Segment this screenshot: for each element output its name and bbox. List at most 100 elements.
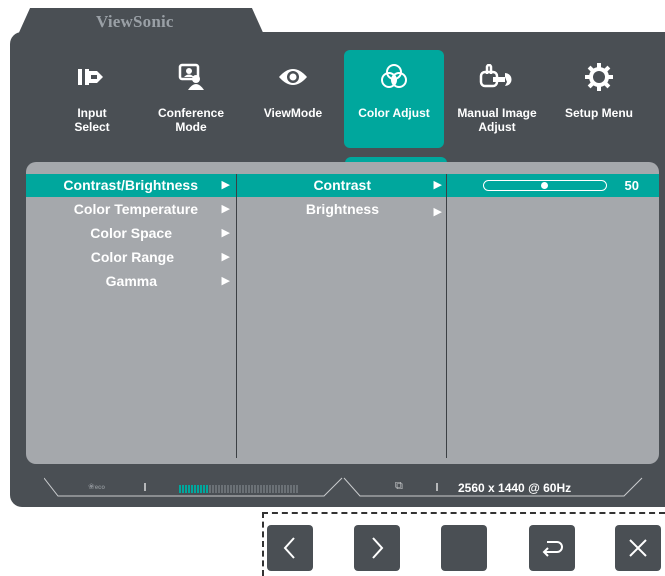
arrow-right-icon: ▶ (221, 179, 230, 191)
energy-bar-segment (287, 485, 289, 493)
wrench-hand-icon (447, 62, 547, 92)
energy-bar-segment (272, 485, 274, 493)
menu-label: Setup Menu (565, 106, 633, 120)
left-button[interactable] (267, 525, 313, 571)
submenu-item-color-temperature[interactable]: Color Temperature ▶ (26, 198, 236, 221)
energy-bar-segment (221, 485, 223, 493)
energy-bar-segment (224, 485, 226, 493)
menu-color-adjust[interactable]: Color Adjust (344, 50, 444, 148)
close-icon (629, 539, 647, 557)
input-select-icon (42, 62, 142, 92)
menu-label: Conference (157, 106, 225, 120)
resolution-text: 2560 x 1440 @ 60Hz (458, 481, 572, 495)
submenu-label: Brightness (305, 201, 379, 217)
arrow-right-icon: ▶ (433, 179, 442, 191)
energy-bar-segment (248, 485, 250, 493)
submenu-item-color-range[interactable]: Color Range ▶ (26, 246, 236, 269)
menu-manual-image-adjust[interactable]: Manual Image Adjust (447, 50, 547, 148)
energy-bar-segment (278, 485, 280, 493)
submenu-item-color-space[interactable]: Color Space ▶ (26, 222, 236, 245)
energy-bar-segment (182, 485, 184, 493)
energy-bar-segment (293, 485, 295, 493)
menu-input-select[interactable]: Input Select (42, 50, 142, 148)
energy-bar-segment (290, 485, 292, 493)
submenu-label: Contrast (313, 177, 371, 193)
energy-bar-segment (275, 485, 277, 493)
energy-bar-segment (254, 485, 256, 493)
submenu-label: Color Space (90, 225, 172, 241)
energy-bar-segment (281, 485, 283, 493)
menu-label: Manual Image (457, 106, 537, 120)
energy-bar-segment (200, 485, 202, 493)
eco-icon: ❀eco (88, 482, 106, 491)
external-link-icon: ⧉ (395, 480, 403, 492)
energy-bar-segment (251, 485, 253, 493)
submenu-item-brightness[interactable]: Brightness ▶ (237, 198, 446, 221)
energy-level-bar (179, 482, 299, 501)
submenu-label: Contrast/Brightness (63, 177, 198, 193)
submenu-label: Gamma (105, 273, 157, 289)
energy-bar-segment (203, 485, 205, 493)
chevron-right-icon (372, 537, 384, 559)
energy-bar-segment (206, 485, 208, 493)
menu-conference-mode[interactable]: Conference Mode (141, 50, 241, 148)
submenu-label: Color Temperature (73, 201, 198, 217)
energy-bar-segment (194, 485, 196, 493)
arrow-right-icon: ▶ (221, 275, 230, 287)
energy-bar-segment (185, 485, 187, 493)
energy-bar-segment (257, 485, 259, 493)
return-button[interactable] (529, 525, 575, 571)
submenu-label: Color Range (90, 249, 174, 265)
brand-logo-text: ViewSonic (96, 12, 174, 31)
slider-value: 50 (624, 178, 639, 193)
energy-bar-segment (269, 485, 271, 493)
energy-bar-segment (266, 485, 268, 493)
energy-bar-segment (296, 485, 298, 493)
energy-bar-segment (227, 485, 229, 493)
energy-bar-segment (188, 485, 190, 493)
energy-bar-segment (245, 485, 247, 493)
energy-bar-segment (260, 485, 262, 493)
energy-bar-segment (218, 485, 220, 493)
menu-label: Input (77, 106, 107, 120)
menu-setup-menu[interactable]: Setup Menu (549, 50, 649, 148)
energy-bar-segment (215, 485, 217, 493)
menu-label: Color Adjust (358, 106, 430, 120)
menu-label: ViewMode (263, 106, 323, 120)
conference-mode-icon (141, 62, 241, 92)
submenu-item-contrast-brightness[interactable]: Contrast/Brightness ▶ (26, 174, 236, 197)
slider-knob[interactable] (541, 182, 548, 189)
energy-bar-segment (239, 485, 241, 493)
arrow-right-icon: ▶ (433, 206, 442, 218)
right-button[interactable] (354, 525, 400, 571)
menu-label: Adjust (478, 120, 516, 134)
arrow-right-icon: ▶ (221, 251, 230, 263)
energy-bar-segment (191, 485, 193, 493)
eye-icon (243, 62, 343, 92)
return-icon (542, 541, 563, 557)
contrast-slider[interactable]: 50 (447, 174, 659, 197)
chevron-left-icon (283, 537, 295, 559)
energy-bar-segment (284, 485, 286, 493)
energy-bar-segment (242, 485, 244, 493)
menu-label: Select (74, 120, 110, 134)
close-button[interactable] (615, 525, 661, 571)
energy-bar-segment (209, 485, 211, 493)
energy-bar-segment (212, 485, 214, 493)
energy-bar-segment (197, 485, 199, 493)
column-divider (446, 174, 447, 458)
energy-bar-segment (233, 485, 235, 493)
menu-label: Mode (175, 120, 207, 134)
energy-bar-segment (179, 485, 181, 493)
color-circles-icon (344, 62, 444, 92)
energy-bar-segment (230, 485, 232, 493)
gear-icon (549, 62, 649, 92)
menu-viewmode[interactable]: ViewMode (243, 50, 343, 148)
arrow-right-icon: ▶ (221, 203, 230, 215)
submenu-item-contrast[interactable]: Contrast ▶ (237, 174, 446, 197)
energy-bar-segment (263, 485, 265, 493)
blank-button[interactable] (441, 525, 487, 571)
energy-bar-segment (236, 485, 238, 493)
submenu-item-gamma[interactable]: Gamma ▶ (26, 270, 236, 293)
arrow-right-icon: ▶ (221, 227, 230, 239)
